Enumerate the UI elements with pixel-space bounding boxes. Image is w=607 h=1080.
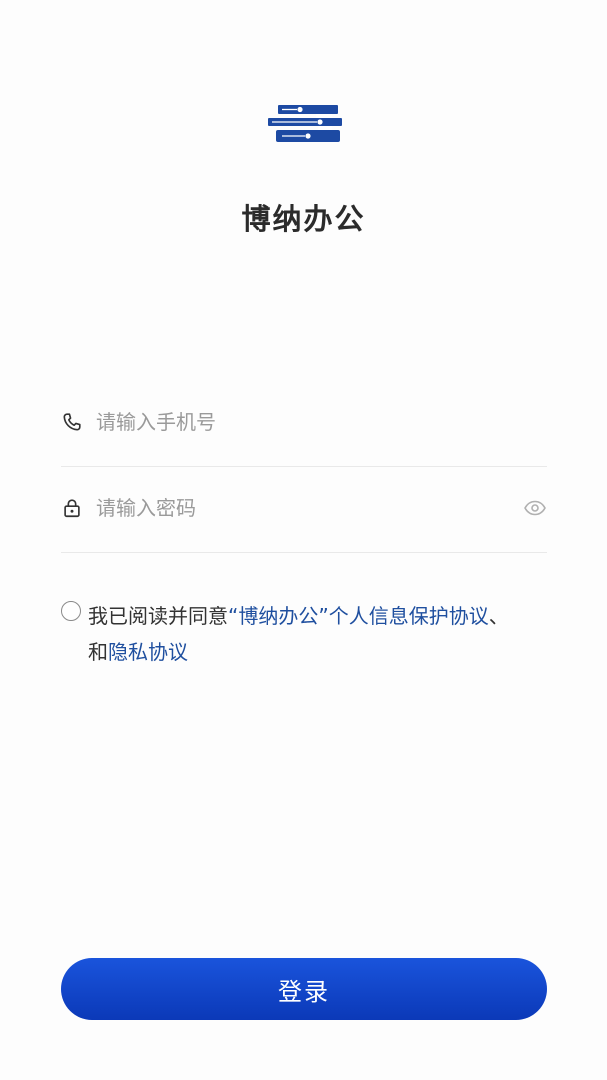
privacy-protocol-link[interactable]: 隐私协议 xyxy=(108,640,188,664)
agreement-prefix: 我已阅读并同意 xyxy=(88,604,228,628)
app-logo xyxy=(268,105,342,142)
phone-field xyxy=(61,380,547,467)
agreement-text: 我已阅读并同意“博纳办公”个人信息保护协议、和隐私协议 xyxy=(88,598,558,670)
agreement-checkbox[interactable] xyxy=(61,601,81,621)
password-input[interactable] xyxy=(96,490,496,526)
eye-icon[interactable] xyxy=(523,496,547,520)
agreement-and: 和 xyxy=(88,640,108,664)
phone-input[interactable] xyxy=(96,404,496,440)
lock-icon xyxy=(64,499,80,518)
password-field xyxy=(61,466,547,553)
agreement-separator: 、 xyxy=(488,604,509,628)
app-title: 博纳办公 xyxy=(241,202,366,236)
phone-icon xyxy=(63,413,81,431)
login-button[interactable]: 登录 xyxy=(61,958,547,1020)
personal-info-protocol-link[interactable]: “博纳办公”个人信息保护协议 xyxy=(228,604,489,628)
